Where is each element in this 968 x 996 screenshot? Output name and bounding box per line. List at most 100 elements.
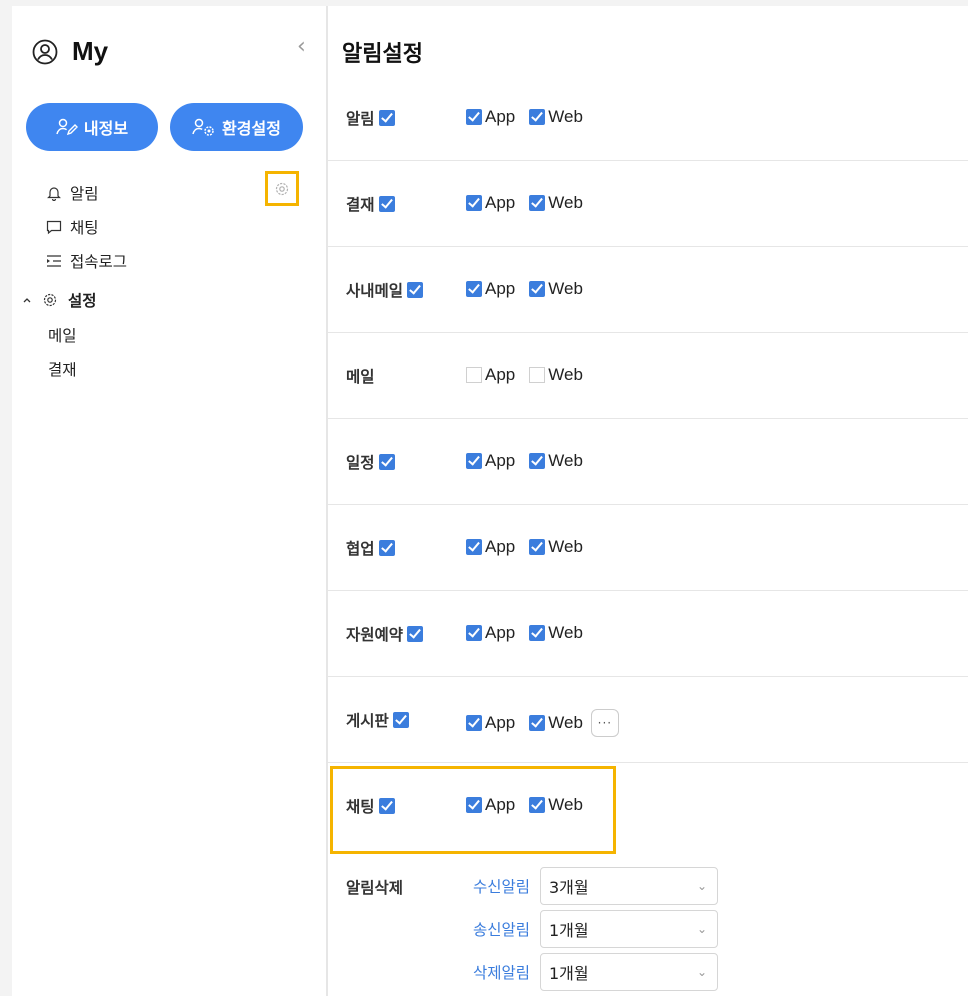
web-checkbox[interactable] [529, 367, 546, 383]
row-label: 결재 [346, 193, 395, 215]
app-checkbox[interactable] [466, 797, 482, 813]
app-checkbox[interactable] [466, 453, 482, 469]
retention-select[interactable]: 1개월 ⌄ [540, 909, 718, 948]
retention-select[interactable]: 3개월 ⌄ [540, 866, 718, 905]
sidebar: My ‹ 내정보 환경설정 알림 채팅 접속로그 설정 메일 결재 [12, 6, 326, 996]
channel-options: App Web [466, 107, 583, 127]
web-option[interactable]: Web [529, 193, 583, 213]
sidebar-title: My [72, 36, 109, 66]
web-option[interactable]: Web [529, 623, 583, 643]
sidebar-subitem-mail[interactable]: 메일 [48, 324, 77, 346]
channel-options: App Web [466, 365, 583, 385]
web-checkbox[interactable] [529, 539, 546, 555]
web-checkbox[interactable] [529, 715, 546, 731]
channel-options: App Web [466, 451, 583, 471]
sidebar-item-chat[interactable]: 채팅 [46, 210, 127, 244]
environment-settings-button[interactable]: 환경설정 [170, 103, 303, 151]
enable-checkbox[interactable] [378, 540, 395, 556]
sidebar-subitem-approval[interactable]: 결재 [48, 358, 77, 380]
delete-section-label: 알림삭제 [346, 879, 404, 897]
web-option[interactable]: Web [529, 451, 583, 471]
app-option[interactable]: App [466, 279, 515, 299]
user-circle-icon [32, 39, 58, 64]
web-option[interactable]: Web [529, 365, 583, 385]
row-label-text: 알림 [346, 110, 375, 128]
row-label-text: 채팅 [346, 798, 375, 816]
web-checkbox[interactable] [529, 109, 546, 125]
row-label: 메일 [346, 365, 375, 387]
web-checkbox[interactable] [529, 195, 546, 211]
enable-checkbox[interactable] [407, 626, 424, 642]
app-option[interactable]: App [466, 713, 515, 733]
web-option[interactable]: Web [529, 795, 583, 815]
app-checkbox[interactable] [466, 195, 482, 211]
my-info-button[interactable]: 내정보 [26, 103, 158, 151]
app-checkbox[interactable] [466, 539, 482, 555]
enable-checkbox[interactable] [407, 282, 424, 298]
gear-icon [43, 293, 57, 307]
channel-options: App Web [466, 193, 583, 213]
sidebar-item-notifications[interactable]: 알림 [46, 176, 127, 210]
app-option-label: App [485, 623, 516, 642]
app-option[interactable]: App [466, 107, 515, 127]
notification-rows: 알림 App Web 결재 App Web 사내메일 App Web 메일 Ap… [328, 75, 968, 849]
app-option[interactable]: App [466, 795, 515, 815]
row-label: 게시판 [346, 709, 409, 731]
web-option-label: Web [548, 537, 583, 556]
channel-options: App Web [466, 537, 583, 557]
app-checkbox[interactable] [466, 625, 482, 641]
row-label: 일정 [346, 451, 395, 473]
enable-checkbox[interactable] [378, 110, 395, 126]
app-option[interactable]: App [466, 451, 515, 471]
app-checkbox[interactable] [466, 109, 482, 125]
enable-checkbox[interactable] [378, 454, 395, 470]
app-checkbox[interactable] [466, 715, 482, 731]
enable-checkbox[interactable] [392, 712, 409, 728]
chevron-up-icon [23, 298, 31, 303]
app-option-label: App [485, 537, 516, 556]
notification-row: 채팅 App Web [328, 763, 968, 849]
notification-row: 알림 App Web [328, 75, 968, 161]
collapse-sidebar-icon[interactable]: ‹ [297, 36, 315, 58]
notification-row: 사내메일 App Web [328, 247, 968, 333]
app-option[interactable]: App [466, 193, 515, 213]
app-option[interactable]: App [466, 537, 515, 557]
row-label-text: 메일 [346, 368, 375, 386]
retention-select-value: 3개월 [549, 877, 589, 897]
delete-setting-row: 삭제알림 1개월 ⌄ [458, 950, 718, 993]
web-checkbox[interactable] [529, 625, 546, 641]
app-option[interactable]: App [466, 365, 515, 385]
row-label-text: 자원예약 [346, 626, 404, 644]
channel-options: App Web [466, 795, 583, 815]
web-option[interactable]: Web [529, 713, 583, 733]
user-edit-icon [56, 118, 78, 136]
notification-settings-gear-button[interactable] [265, 171, 299, 206]
app-option[interactable]: App [466, 623, 515, 643]
app-checkbox[interactable] [466, 281, 482, 297]
web-checkbox[interactable] [529, 281, 546, 297]
row-label-text: 결재 [346, 196, 375, 214]
web-option[interactable]: Web [529, 279, 583, 299]
web-option-label: Web [548, 107, 583, 126]
delete-setting-label: 송신알림 [472, 920, 530, 939]
web-checkbox[interactable] [529, 453, 546, 469]
notification-row: 게시판 App Web ··· [328, 677, 968, 763]
enable-checkbox[interactable] [378, 196, 395, 212]
web-option-label: Web [548, 713, 583, 732]
row-label-text: 사내메일 [346, 282, 404, 300]
web-option[interactable]: Web [529, 107, 583, 127]
sidebar-item-label: 접속로그 [70, 253, 128, 271]
sidebar-item-label: 설정 [68, 292, 97, 310]
web-option[interactable]: Web [529, 537, 583, 557]
notification-row: 결재 App Web [328, 161, 968, 247]
sidebar-item-settings[interactable]: 설정 [22, 283, 97, 317]
enable-checkbox[interactable] [378, 798, 395, 814]
sidebar-item-access-log[interactable]: 접속로그 [46, 244, 127, 278]
retention-select[interactable]: 1개월 ⌄ [540, 952, 718, 991]
main-panel: 알림설정 알림 App Web 결재 App Web 사내메일 App Web … [328, 6, 968, 996]
more-options-button[interactable]: ··· [590, 709, 619, 737]
web-checkbox[interactable] [529, 797, 546, 813]
app-option-label: App [485, 279, 516, 298]
app-checkbox[interactable] [466, 367, 482, 383]
retention-select-value: 1개월 [549, 920, 589, 940]
